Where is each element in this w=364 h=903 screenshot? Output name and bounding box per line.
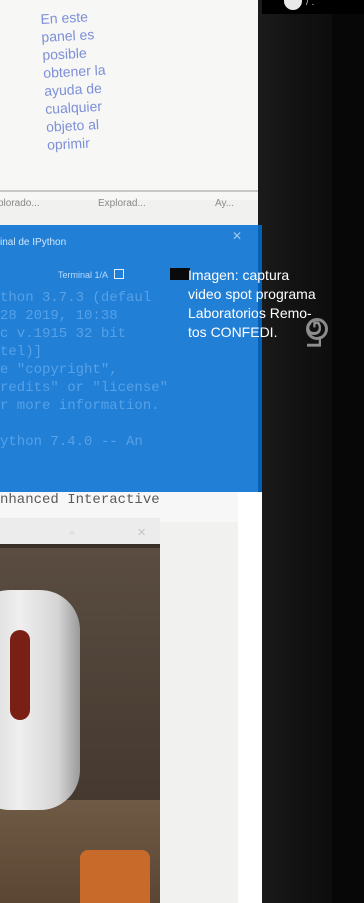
console-line: e "copyright", — [0, 362, 118, 378]
help-text: En este panel es posible obtener la ayud… — [40, 5, 147, 154]
caption-line: video spot programa — [188, 286, 316, 302]
caption-line: tos CONFEDI. — [188, 324, 278, 340]
console-line: nhanced Interactive — [0, 492, 160, 508]
console-line: tel)] — [0, 344, 43, 360]
caption-line: Laboratorios Remo- — [188, 305, 312, 321]
top-glyph-icon: / . — [306, 0, 315, 8]
screen-white-strip — [238, 492, 262, 903]
tab-explorador-1[interactable]: plorado... — [0, 198, 40, 209]
console-line: ython 7.4.0 -- An — [0, 434, 143, 450]
tab-explorador-2[interactable]: Explorad... — [98, 198, 146, 209]
tab-terminal[interactable]: Terminal 1/A — [58, 269, 125, 280]
orange-object — [80, 850, 150, 903]
bezel-edge — [332, 0, 364, 903]
help-panel: En este panel es posible obtener la ayud… — [0, 0, 262, 200]
help-panel-tabs: plorado... Explorad... Ay... — [0, 193, 262, 215]
console-line: redits" or "license" — [0, 380, 169, 396]
image-caption: Imagen: captura video spot programa Labo… — [188, 266, 364, 342]
panel-divider — [0, 190, 262, 192]
console-title: inal de IPython — [0, 237, 67, 248]
video-frame: En este panel es posible obtener la ayud… — [0, 0, 364, 903]
help-line: oprimir — [46, 134, 91, 153]
roller-detail — [10, 630, 30, 720]
tab-close-icon[interactable] — [114, 269, 125, 279]
caption-line: Imagen: captura — [188, 267, 290, 283]
caption-marker-icon — [170, 268, 190, 280]
close-icon[interactable]: ✕ — [232, 229, 242, 243]
tab-ayuda[interactable]: Ay... — [215, 198, 234, 209]
console-line: r more information. — [0, 398, 160, 414]
tab-terminal-label: Terminal 1/A — [58, 270, 109, 280]
window-controls-icon[interactable]: ▫ ✕ — [70, 526, 176, 539]
